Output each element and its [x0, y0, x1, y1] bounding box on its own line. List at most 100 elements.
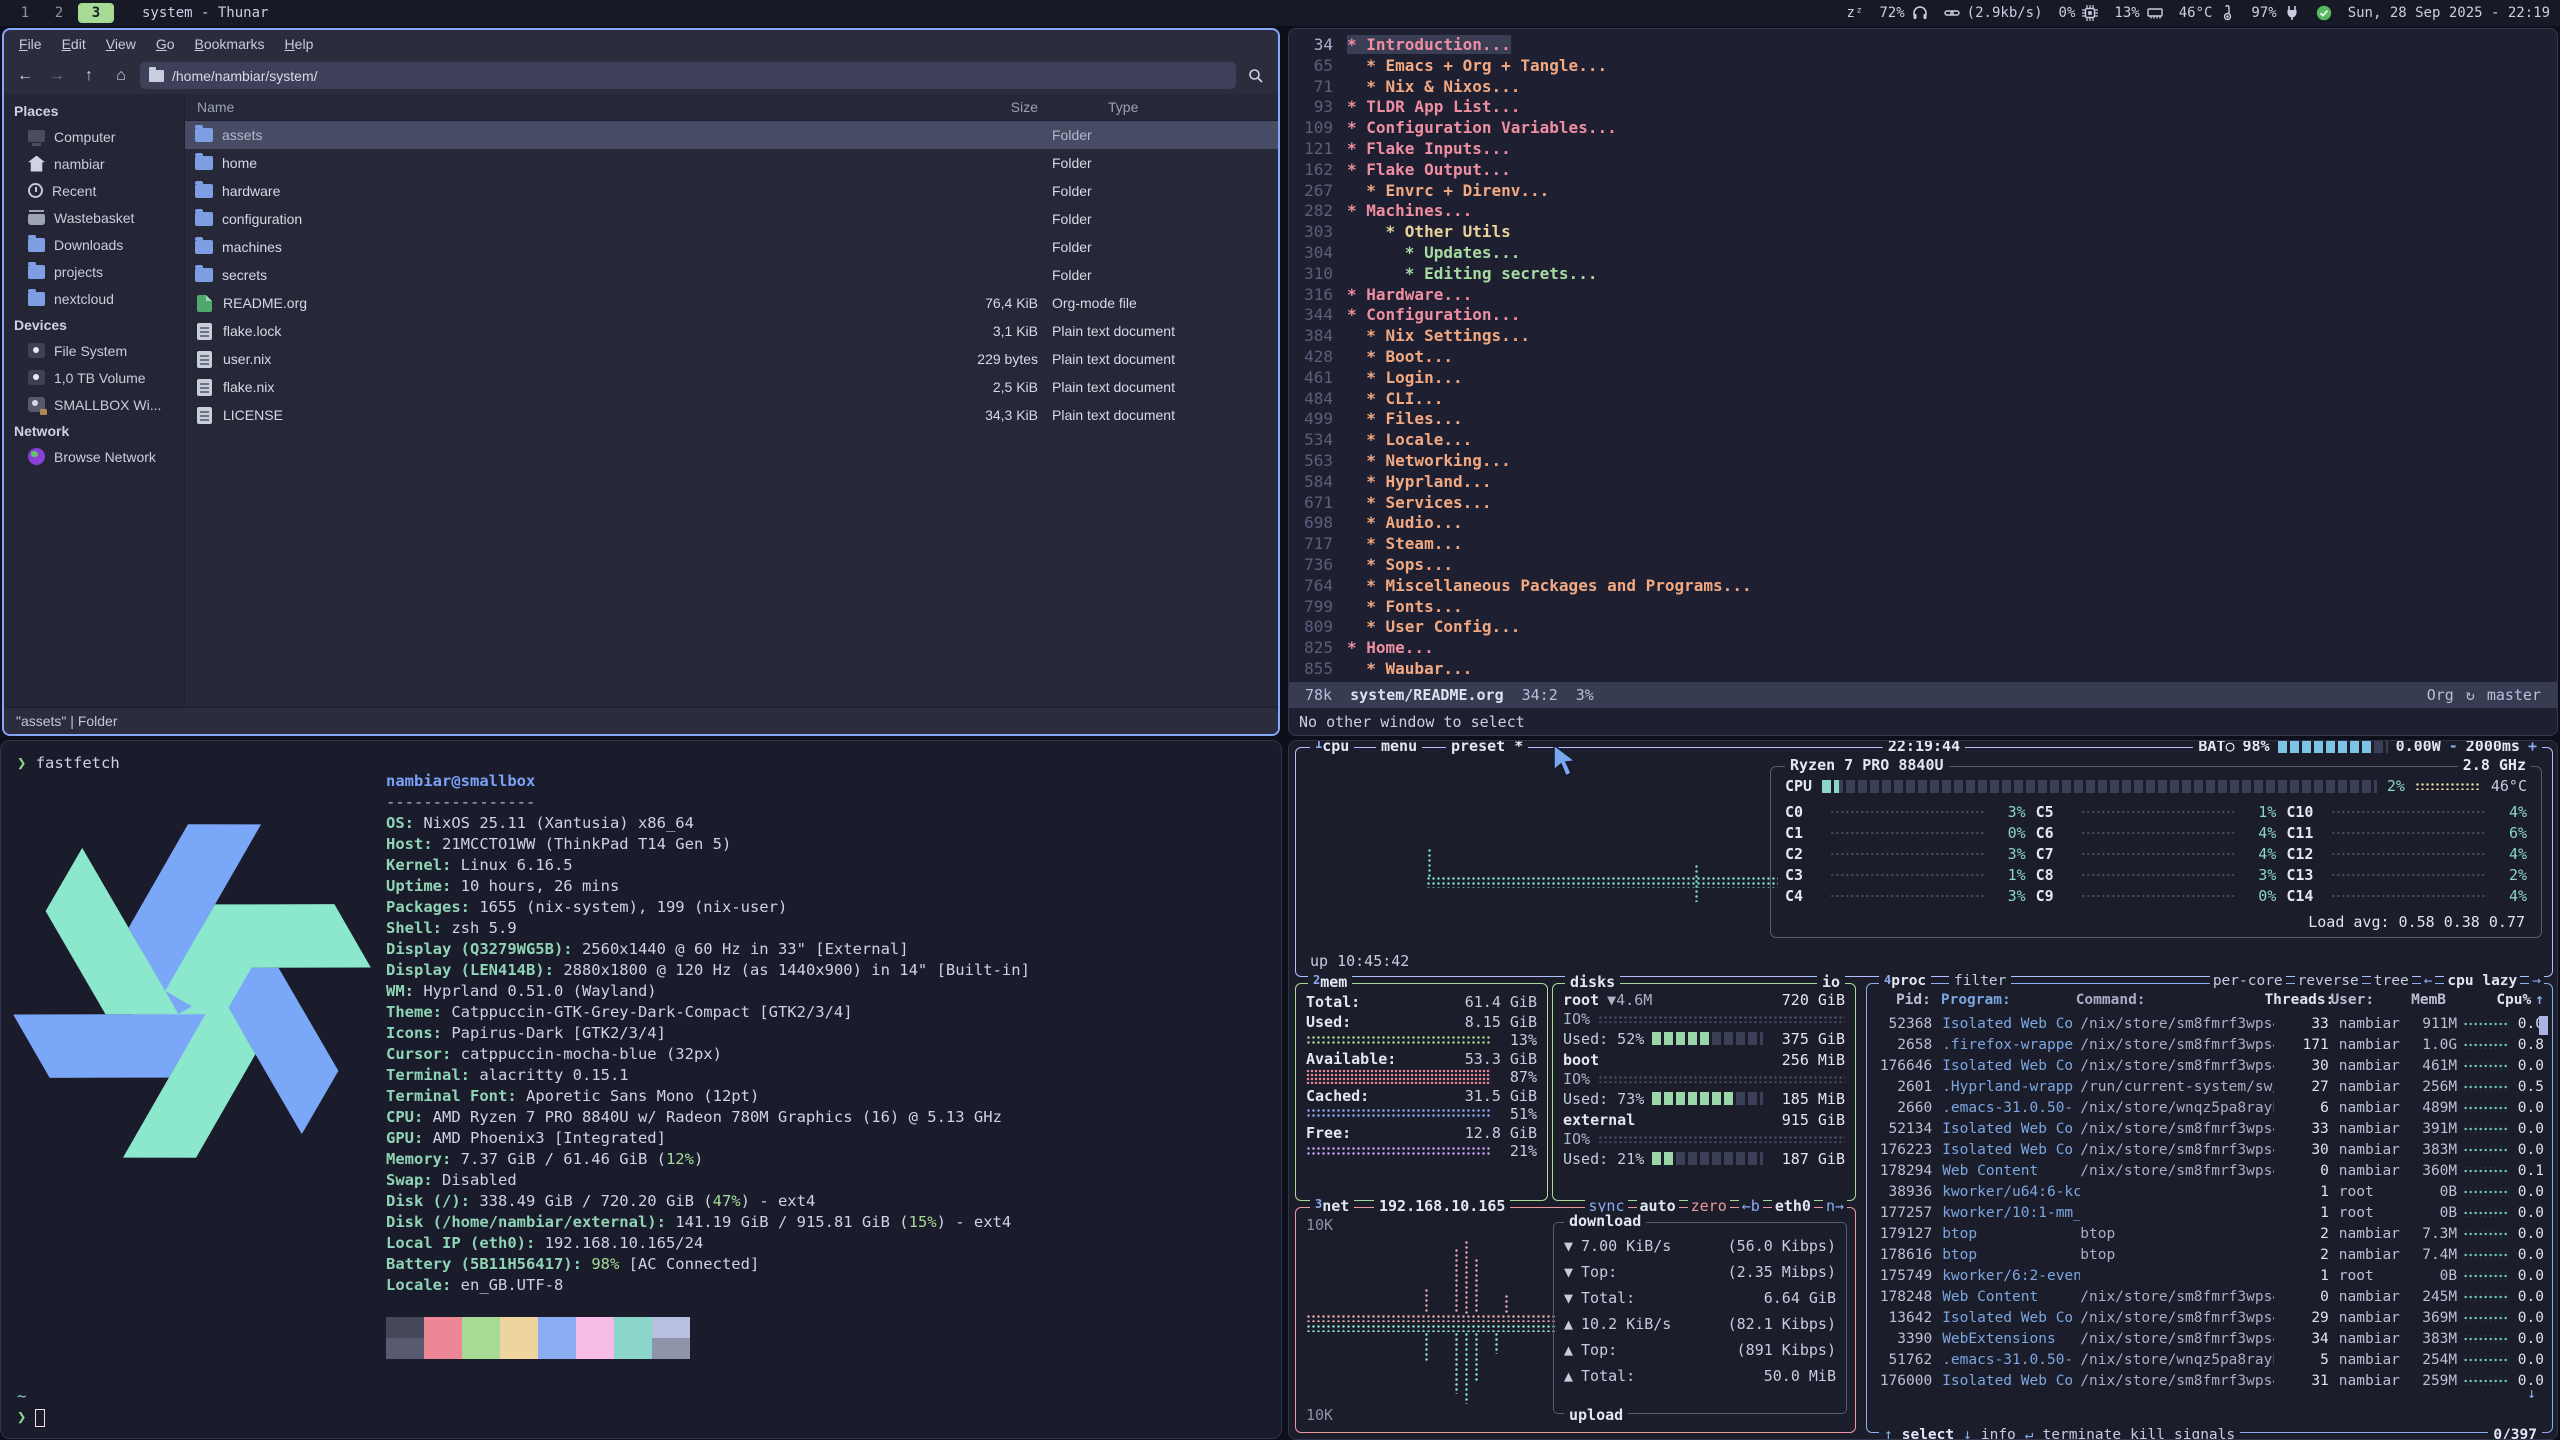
process-row[interactable]: 176223 Isolated Web Co /nix/store/sm8fmr… — [1867, 1139, 2552, 1160]
percore-toggle[interactable]: per-core — [2210, 973, 2286, 989]
home-button[interactable]: ⌂ — [108, 63, 134, 89]
file-row[interactable]: user.nix 229 bytes Plain text document — [185, 345, 1278, 373]
sort-left-arrow[interactable]: ← — [2421, 973, 2436, 989]
process-row[interactable]: 176000 Isolated Web Co /nix/store/sm8fmr… — [1867, 1370, 2552, 1391]
process-row[interactable]: 2660 .emacs-31.0.50- /nix/store/wnqz5pa8… — [1867, 1097, 2552, 1118]
sidebar-place-item[interactable]: Wastebasket — [4, 204, 184, 231]
workspace-button[interactable]: 2 — [44, 3, 74, 23]
sidebar-place-item[interactable]: Downloads — [4, 231, 184, 258]
org-heading[interactable]: * Steam... — [1347, 534, 1463, 553]
org-heading[interactable]: * Sops... — [1347, 555, 1453, 574]
battery-module[interactable]: 97% — [2251, 5, 2299, 21]
menu-item[interactable]: Edit — [53, 33, 95, 55]
process-row[interactable]: 2658 .firefox-wrappe /nix/store/sm8fmrf3… — [1867, 1034, 2552, 1055]
reverse-toggle[interactable]: reverse — [2295, 973, 2362, 989]
process-row[interactable]: 178248 Web Content /nix/store/sm8fmrf3wp… — [1867, 1286, 2552, 1307]
column-name[interactable]: Name — [185, 99, 908, 115]
sort-right-arrow[interactable]: → — [2529, 973, 2544, 989]
file-row[interactable]: home Folder — [185, 149, 1278, 177]
org-heading[interactable]: * Emacs + Org + Tangle... — [1347, 56, 1607, 75]
sidebar-device-item[interactable]: File System — [4, 337, 184, 364]
sidebar-place-item[interactable]: Recent — [4, 177, 184, 204]
menu-item[interactable]: View — [97, 33, 145, 55]
process-row[interactable]: 3390 WebExtensions /nix/store/sm8fmrf3wp… — [1867, 1328, 2552, 1349]
process-row[interactable]: 177257 kworker/10:1-mm_ 1 root 0B 0.0 — [1867, 1202, 2552, 1223]
org-heading[interactable]: * Nix Settings... — [1347, 326, 1530, 345]
org-heading[interactable]: * Services... — [1347, 493, 1492, 512]
menu-item[interactable]: Help — [276, 33, 323, 55]
search-button[interactable] — [1242, 63, 1270, 89]
file-row[interactable]: README.org 76,4 KiB Org-mode file — [185, 289, 1278, 317]
org-heading[interactable]: * Nix & Nixos... — [1347, 77, 1520, 96]
network-module[interactable]: (2.9kb/s) — [1944, 5, 2043, 21]
net-zero-toggle[interactable]: zero — [1688, 1197, 1730, 1215]
interval-plus-button[interactable]: + — [2528, 740, 2537, 755]
temperature-module[interactable]: 46°C — [2179, 5, 2236, 21]
process-row[interactable]: 13642 Isolated Web Co /nix/store/sm8fmrf… — [1867, 1307, 2552, 1328]
up-button[interactable]: ↑ — [76, 63, 102, 89]
process-row[interactable]: 51762 .emacs-31.0.50- /nix/store/wnqz5pa… — [1867, 1349, 2552, 1370]
org-heading[interactable]: * Files... — [1347, 409, 1463, 428]
workspace-button[interactable]: 1 — [10, 3, 40, 23]
cpu-module[interactable]: 0% — [2059, 5, 2099, 21]
net-next-iface[interactable]: n→ — [1823, 1197, 1847, 1215]
file-row[interactable]: assets Folder — [185, 121, 1278, 149]
process-row[interactable]: 52134 Isolated Web Co /nix/store/sm8fmrf… — [1867, 1118, 2552, 1139]
sidebar-device-item[interactable]: 1,0 TB Volume — [4, 364, 184, 391]
file-row[interactable]: LICENSE 34,3 KiB Plain text document — [185, 401, 1278, 429]
info-hint[interactable]: info — [1981, 1427, 2016, 1440]
sidebar-device-item[interactable]: SMALLBOX Wi... — [4, 391, 184, 418]
process-row[interactable]: 2601 .Hyprland-wrapp /run/current-system… — [1867, 1076, 2552, 1097]
org-heading[interactable]: * Machines... — [1347, 201, 1472, 220]
clock-module[interactable]: Sun, 28 Sep 2025 - 22:19 — [2348, 5, 2550, 21]
org-heading[interactable]: * Configuration... — [1347, 305, 1520, 324]
process-row[interactable]: 178294 Web Content /nix/store/sm8fmrf3wp… — [1867, 1160, 2552, 1181]
io-toggle[interactable]: io — [1817, 973, 1845, 991]
org-heading[interactable]: * Hyprland... — [1347, 472, 1492, 491]
sidebar-place-item[interactable]: projects — [4, 258, 184, 285]
sidebar-place-item[interactable]: nextcloud — [4, 285, 184, 312]
file-row[interactable]: secrets Folder — [185, 261, 1278, 289]
org-heading[interactable]: * Flake Inputs... — [1347, 139, 1511, 158]
sidebar-place-item[interactable]: Computer — [4, 123, 184, 150]
org-heading[interactable]: * Networking... — [1347, 451, 1511, 470]
path-bar[interactable]: /home/nambiar/system/ — [140, 62, 1236, 89]
process-row[interactable]: 175749 kworker/6:2-even 1 root 0B 0.0 — [1867, 1265, 2552, 1286]
process-row[interactable]: 38936 kworker/u64:6-kc 1 root 0B 0.0 — [1867, 1181, 2552, 1202]
forward-button[interactable]: → — [44, 63, 70, 89]
menu-button[interactable]: menu — [1376, 740, 1422, 755]
org-heading[interactable]: * Envrc + Direnv... — [1347, 181, 1549, 200]
file-row[interactable]: machines Folder — [185, 233, 1278, 261]
volume-module[interactable]: 72% — [1879, 5, 1927, 21]
file-row[interactable]: hardware Folder — [185, 177, 1278, 205]
org-heading[interactable]: * Editing secrets... — [1347, 264, 1597, 283]
back-button[interactable]: ← — [12, 63, 38, 89]
file-row[interactable]: flake.nix 2,5 KiB Plain text document — [185, 373, 1278, 401]
terminate-hint[interactable]: terminate — [2043, 1427, 2122, 1440]
file-row[interactable]: configuration Folder — [185, 205, 1278, 233]
column-type[interactable]: Type — [1038, 99, 1278, 115]
status-ok-module[interactable] — [2316, 5, 2332, 21]
org-heading[interactable]: * Locale... — [1347, 430, 1472, 449]
org-heading[interactable]: * Introduction... — [1347, 35, 1511, 54]
column-size[interactable]: Size — [908, 99, 1038, 115]
sidebar-place-item[interactable]: nambiar — [4, 150, 184, 177]
interval-minus-button[interactable]: - — [2449, 740, 2458, 755]
shell-prompt[interactable]: ~ ❯ — [17, 1386, 45, 1428]
org-heading[interactable]: * Home... — [1347, 638, 1434, 657]
org-heading[interactable]: * Other Utils — [1347, 222, 1511, 241]
process-row[interactable]: 52368 Isolated Web Co /nix/store/sm8fmrf… — [1867, 1013, 2552, 1034]
org-heading[interactable]: * Boot... — [1347, 347, 1453, 366]
file-row[interactable]: flake.lock 3,1 KiB Plain text document — [185, 317, 1278, 345]
org-heading[interactable]: * Flake Output... — [1347, 160, 1511, 179]
idle-inhibitor-module[interactable]: zᶻ — [1847, 5, 1864, 21]
sidebar-network-item[interactable]: Browse Network — [4, 443, 184, 470]
menu-item[interactable]: Bookmarks — [186, 33, 274, 55]
org-heading[interactable]: * User Config... — [1347, 617, 1520, 636]
select-hint[interactable]: select — [1902, 1427, 1954, 1440]
preset-button[interactable]: preset * — [1446, 740, 1528, 755]
org-heading[interactable]: * Miscellaneous Packages and Programs... — [1347, 576, 1752, 595]
workspace-button[interactable]: 3 — [78, 3, 114, 23]
kill-hint[interactable]: kill — [2130, 1427, 2165, 1440]
org-heading[interactable]: * Audio... — [1347, 513, 1463, 532]
